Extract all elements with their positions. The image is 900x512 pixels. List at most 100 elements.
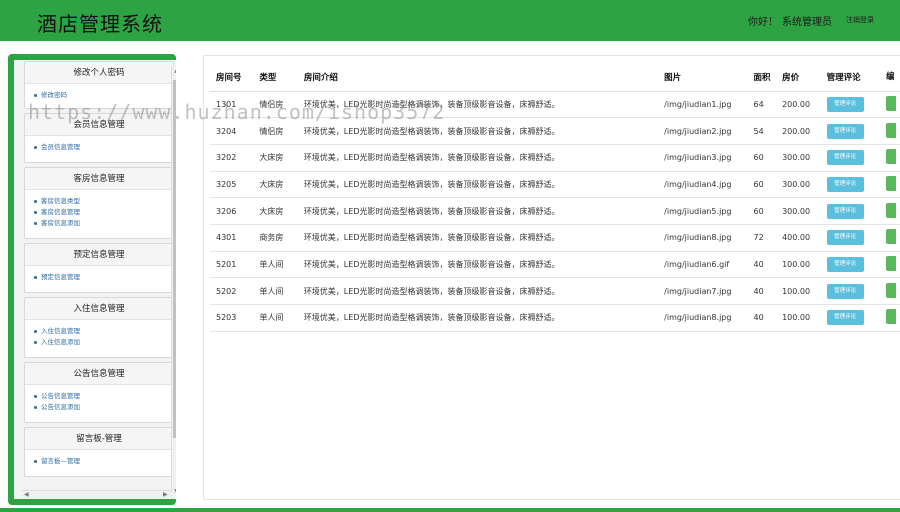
sidebar-link-change-password[interactable]: 修改密码 xyxy=(34,90,173,101)
logout-link[interactable]: 注销登录 xyxy=(846,15,874,25)
manage-review-button[interactable]: 管理评论 xyxy=(826,283,864,299)
scroll-left-arrow-icon[interactable]: ◀ xyxy=(24,491,29,499)
cell-area: 60 xyxy=(747,197,777,225)
cell-area: 54 xyxy=(747,117,777,145)
panel-notice-info: 公告信息管理 公告信息管理 公告信息添加 xyxy=(24,362,174,423)
sidebar-horizontal-scrollbar[interactable]: ◀ ▶ xyxy=(22,490,172,498)
cell-room-no: 1301 xyxy=(210,91,254,119)
edit-button[interactable] xyxy=(886,149,897,165)
cell-price: 300.00 xyxy=(776,171,821,199)
sidebar-link-room-add[interactable]: 客房信息添加 xyxy=(34,218,173,229)
edit-button[interactable] xyxy=(886,175,897,191)
col-header-description: 房间介绍 xyxy=(297,64,659,92)
cell-area: 72 xyxy=(747,224,777,252)
cell-manage-review: 管理评论 xyxy=(820,277,881,305)
manage-review-button[interactable]: 管理评论 xyxy=(826,310,864,326)
scroll-up-arrow-icon[interactable]: ▲ xyxy=(173,66,176,75)
current-user: 系统管理员 xyxy=(782,17,832,28)
top-header-bar: 酒店管理系统 你好！ 系统管理员 注销登录 xyxy=(0,0,900,41)
cell-room-no: 5203 xyxy=(210,304,254,332)
cell-operation xyxy=(880,144,900,172)
col-header-operation: 编 xyxy=(880,64,900,92)
sidebar-vertical-scrollbar[interactable]: ▲ ▼ xyxy=(171,66,176,496)
cell-image-path: /img/jiudian6.gif xyxy=(658,251,748,279)
cell-description: 环境优美，LED光影时尚造型格调装饰，装备顶级影音设备，床褥舒适。 xyxy=(297,91,659,119)
cell-type: 大床房 xyxy=(253,144,298,172)
col-header-room-no: 房间号 xyxy=(210,64,254,92)
panel-title: 预定信息管理 xyxy=(25,244,173,266)
panel-title: 会员信息管理 xyxy=(25,114,173,136)
panel-booking-info: 预定信息管理 预定信息管理 xyxy=(24,243,174,293)
sidebar-link-notice-add[interactable]: 公告信息添加 xyxy=(34,402,173,413)
edit-button[interactable] xyxy=(886,309,897,325)
manage-review-button[interactable]: 管理评论 xyxy=(826,123,864,139)
edit-button[interactable] xyxy=(886,282,897,298)
cell-room-no: 3204 xyxy=(210,117,254,145)
bottom-bar xyxy=(0,508,900,512)
cell-operation xyxy=(880,224,900,252)
cell-type: 商务房 xyxy=(253,224,298,252)
cell-manage-review: 管理评论 xyxy=(820,251,881,279)
cell-room-no: 5201 xyxy=(210,251,254,279)
cell-description: 环境优美，LED光影时尚造型格调装饰，装备顶级影音设备，床褥舒适。 xyxy=(297,251,659,279)
edit-button[interactable] xyxy=(886,95,897,111)
sidebar-scroll-area: 修改个人密码 修改密码 会员信息管理 会员信息管理 客房信息管理 客房信息类型 … xyxy=(14,60,176,499)
edit-button[interactable] xyxy=(886,229,897,245)
manage-review-button[interactable]: 管理评论 xyxy=(826,256,864,272)
panel-change-password: 修改个人密码 修改密码 xyxy=(24,61,174,109)
cell-image-path: /img/jiudian7.jpg xyxy=(658,277,748,305)
manage-review-button[interactable]: 管理评论 xyxy=(826,176,864,192)
panel-title: 修改个人密码 xyxy=(25,62,173,84)
greeting-text: 你好！ xyxy=(748,17,778,28)
edit-button[interactable] xyxy=(886,255,897,271)
cell-description: 环境优美，LED光影时尚造型格调装饰，装备顶级影音设备，床褥舒适。 xyxy=(297,277,659,305)
cell-manage-review: 管理评论 xyxy=(820,144,881,172)
cell-room-no: 3206 xyxy=(210,197,254,225)
col-header-operation-label: 编 xyxy=(886,71,895,82)
scroll-right-arrow-icon[interactable]: ▶ xyxy=(163,491,168,499)
cell-manage-review: 管理评论 xyxy=(820,117,881,145)
sidebar-link-checkin-add[interactable]: 入住信息添加 xyxy=(34,337,173,348)
cell-type: 单人间 xyxy=(253,277,298,305)
manage-review-button[interactable]: 管理评论 xyxy=(826,203,864,219)
table-row: 3206 大床房 环境优美，LED光影时尚造型格调装饰，装备顶级影音设备，床褥舒适。… xyxy=(210,197,900,225)
table-row: 3204 情侣房 环境优美，LED光影时尚造型格调装饰，装备顶级影音设备，床褥舒适。… xyxy=(210,117,900,145)
scrollbar-thumb[interactable] xyxy=(173,80,176,438)
col-header-type: 类型 xyxy=(253,64,298,92)
sidebar-link-room-type[interactable]: 客房信息类型 xyxy=(34,196,173,207)
sidebar-link-room-manage[interactable]: 客房信息管理 xyxy=(34,207,173,218)
cell-description: 环境优美，LED光影时尚造型格调装饰，装备顶级影音设备，床褥舒适。 xyxy=(297,224,659,252)
app-title: 酒店管理系统 xyxy=(37,12,163,36)
cell-operation xyxy=(880,251,900,279)
cell-type: 情侣房 xyxy=(253,117,298,145)
cell-area: 60 xyxy=(747,171,777,199)
edit-button[interactable] xyxy=(886,122,897,138)
table-row: 5203 单人间 环境优美，LED光影时尚造型格调装饰，装备顶级影音设备，床褥舒适。… xyxy=(210,304,900,332)
table-row: 3205 大床房 环境优美，LED光影时尚造型格调装饰，装备顶级影音设备，床褥舒适。… xyxy=(210,171,900,199)
table-header-row: 房间号 类型 房间介绍 图片 面积 房价 管理评论 编 xyxy=(210,64,900,92)
panel-message-board: 留言板-管理 留言板—管理 xyxy=(24,427,174,477)
cell-description: 环境优美，LED光影时尚造型格调装饰，装备顶级影音设备，床褥舒适。 xyxy=(297,304,659,332)
cell-type: 单人间 xyxy=(253,251,298,279)
table-row: 4301 商务房 环境优美，LED光影时尚造型格调装饰，装备顶级影音设备，床褥舒适。… xyxy=(210,224,900,252)
cell-image-path: /img/jiudian3.jpg xyxy=(658,144,748,172)
scroll-down-arrow-icon[interactable]: ▼ xyxy=(173,487,176,496)
cell-room-no: 4301 xyxy=(210,224,254,252)
manage-review-button[interactable]: 管理评论 xyxy=(826,96,864,112)
cell-manage-review: 管理评论 xyxy=(820,224,881,252)
sidebar-link-booking-manage[interactable]: 预定信息管理 xyxy=(34,272,173,283)
sidebar-link-message-manage[interactable]: 留言板—管理 xyxy=(34,456,173,467)
sidebar-link-member-manage[interactable]: 会员信息管理 xyxy=(34,142,173,153)
sidebar-link-checkin-manage[interactable]: 入住信息管理 xyxy=(34,326,173,337)
manage-review-button[interactable]: 管理评论 xyxy=(826,150,864,166)
panel-title: 入住信息管理 xyxy=(25,298,173,320)
cell-operation xyxy=(880,91,900,119)
cell-operation xyxy=(880,117,900,145)
edit-button[interactable] xyxy=(886,202,897,218)
cell-description: 环境优美，LED光影时尚造型格调装饰，装备顶级影音设备，床褥舒适。 xyxy=(297,197,659,225)
cell-image-path: /img/jiudian4.jpg xyxy=(658,171,748,199)
panel-title: 公告信息管理 xyxy=(25,363,173,385)
sidebar-link-notice-manage[interactable]: 公告信息管理 xyxy=(34,391,173,402)
manage-review-button[interactable]: 管理评论 xyxy=(826,230,864,246)
cell-image-path: /img/jiudian8.jpg xyxy=(658,224,748,252)
